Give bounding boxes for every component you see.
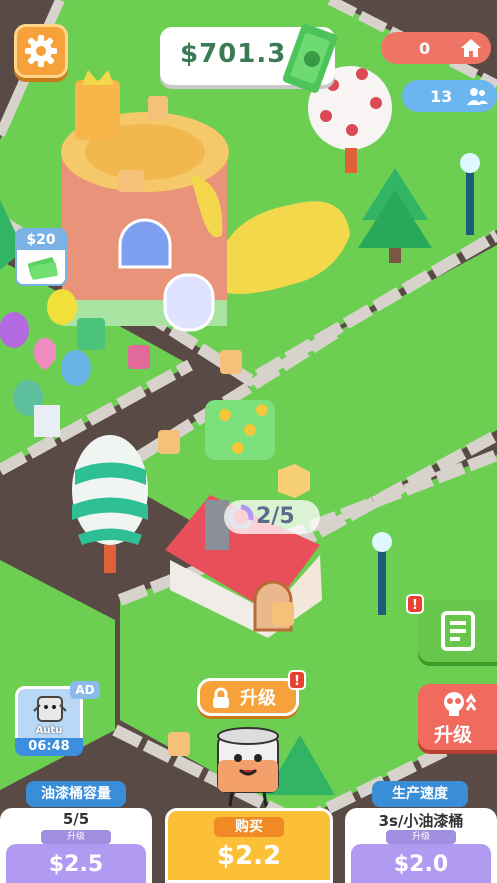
capacity-upgrade-card[interactable]: 5/5 升级 $2.5 — [0, 808, 152, 883]
worker-count-pill: 13 — [402, 80, 497, 112]
cash-pile — [205, 400, 275, 460]
house-icon — [461, 39, 481, 57]
upgrade-alert-badge: ! — [288, 670, 306, 690]
capacity-card-header: 油漆桶容量 — [26, 781, 126, 807]
house-count-pill: 0 — [381, 32, 491, 64]
speed-price: $2.0 — [351, 844, 491, 883]
settings-button[interactable] — [14, 24, 68, 78]
shop-price-tag[interactable]: $20 — [15, 228, 67, 286]
progress-ring-icon — [228, 504, 254, 530]
speed-mini-label: 升级 — [386, 830, 456, 844]
skull-icon — [444, 692, 476, 716]
buy-label: 购买 — [214, 817, 284, 837]
money-value: $701.3 — [180, 39, 287, 69]
house-progress: 2/5 — [224, 500, 320, 534]
upgrade-button-label: 升级 — [240, 688, 276, 709]
speed-card-header: 生产速度 — [372, 781, 468, 807]
checklist-icon — [441, 611, 475, 651]
house-progress-value: 2/5 — [256, 504, 295, 529]
task-alert-badge: ! — [406, 594, 424, 614]
people-icon — [467, 88, 488, 105]
shop-price-value: $20 — [17, 230, 65, 250]
speed-value: 3s/小油漆桶 — [378, 812, 464, 830]
upgrade-button[interactable]: 升级 — [197, 678, 299, 716]
gear-icon — [25, 35, 57, 67]
capacity-value: 5/5 — [62, 810, 90, 828]
house-count-value: 0 — [419, 38, 431, 58]
player-bucket-character — [217, 727, 279, 807]
lock-icon — [213, 687, 229, 708]
worker-count-value: 13 — [430, 86, 453, 106]
bucket-character-icon — [33, 696, 67, 722]
buy-price: $2.2 — [216, 841, 282, 871]
speed-upgrade-card[interactable]: 3s/小油漆桶 升级 $2.0 — [345, 808, 497, 883]
worker-upgrade-label: 升级 — [434, 724, 473, 746]
ad-timer: 06:48 — [15, 738, 83, 756]
buy-worker-card[interactable]: 购买 $2.2 — [165, 808, 333, 883]
cash-stack-icon — [28, 257, 58, 280]
ad-character-name: Autu — [35, 725, 63, 736]
task-list-button[interactable] — [418, 600, 497, 662]
worker-upgrade-button[interactable]: 升级 — [418, 684, 497, 750]
dollar-bill-icon — [283, 24, 338, 93]
ad-tag: AD — [70, 681, 100, 699]
capacity-mini-label: 升级 — [41, 830, 111, 844]
capacity-price: $2.5 — [6, 844, 146, 883]
